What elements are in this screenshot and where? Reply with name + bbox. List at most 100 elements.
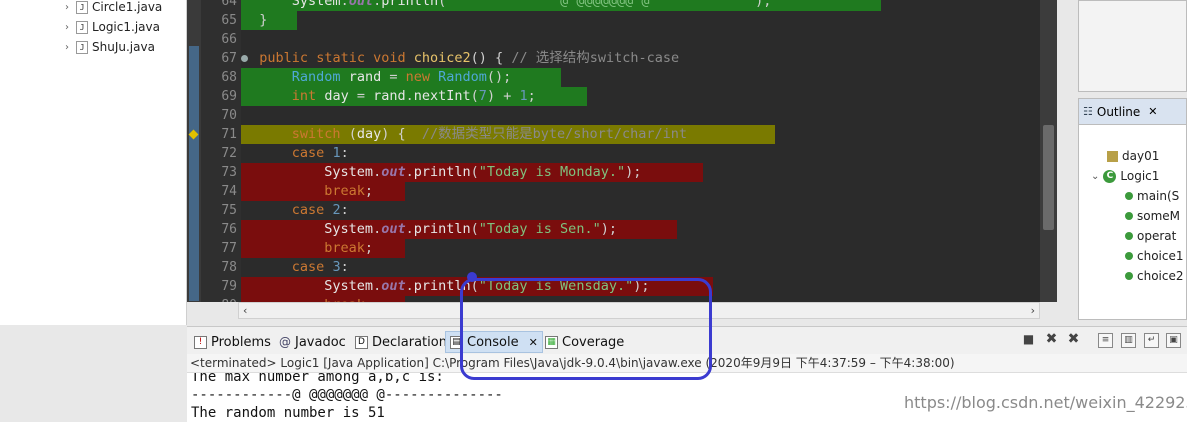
outline-icon: ☷ [1083,105,1093,118]
outline-item-method[interactable]: main(S [1125,189,1179,203]
outline-item-label: main(S [1137,189,1180,203]
outline-item-method[interactable]: choice1 [1125,249,1184,263]
code-line[interactable]: case 3: [241,258,1057,277]
annotation-dot [467,272,477,282]
line-number: 70 [221,108,237,123]
tree-item-label: Logic1.java [92,20,160,34]
code-text: switch (day) { //数据类型只能是byte/short/char/… [291,126,688,142]
outline-item-method[interactable]: someM [1125,209,1180,223]
stop-icon[interactable]: ■ [1021,333,1036,348]
code-line[interactable]: System.out.println("Today is Monday."); [241,163,1057,182]
javadoc-icon: @ [279,335,291,349]
outline-view: ☷ Outline ✕ day01 ⌄ C Logic1 main(S some… [1078,98,1187,320]
tab-outline[interactable]: ☷ Outline ✕ [1079,99,1186,125]
console-line: ------------@ @@@@@@@ @-------------- [191,387,503,403]
chevron-down-icon[interactable]: ⌄ [1091,171,1099,182]
watermark-text: https://blog.csdn.net/weixin_42292586 [904,393,1187,412]
line-number: 76 [221,222,237,237]
outline-item-label: day01 [1122,149,1160,163]
outline-item-label: choice2 [1137,269,1184,283]
code-text: int day = rand.nextInt(7) + 1; [291,88,536,104]
code-line[interactable]: int day = rand.nextInt(7) + 1; [241,87,1057,106]
open-console-icon[interactable]: ▣ [1166,333,1181,348]
line-number: 65 [221,13,237,28]
outline-item-day01[interactable]: day01 [1107,149,1159,163]
scroll-lock-icon[interactable]: ≡ [1098,333,1113,348]
right-top-panel [1078,0,1187,92]
declaration-icon: D [355,335,368,349]
scroll-right-icon[interactable]: › [1031,304,1035,317]
code-line[interactable] [241,30,1057,49]
package-icon [1107,150,1118,162]
expand-arrow-icon[interactable]: › [62,42,72,53]
code-text: Random rand = new Random(); [291,69,512,85]
outline-item-method[interactable]: choice2 [1125,269,1184,283]
line-number: 79 [221,279,237,294]
tab-label: Declaration [372,334,447,350]
code-line[interactable]: Random rand = new Random(); [241,68,1057,87]
code-line[interactable]: } [241,11,1057,30]
outline-item-method[interactable]: operat [1125,229,1176,243]
code-line[interactable]: public static void choice2() { // 选择结构sw… [241,49,1057,68]
code-text: case 1: [291,145,349,161]
scroll-left-icon[interactable]: ‹ [243,304,247,317]
code-text: break; [324,183,374,199]
code-text: public static void choice2() { // 选择结构sw… [259,50,680,66]
word-wrap-icon[interactable]: ↵ [1144,333,1159,348]
java-file-icon: J [76,40,88,54]
overview-ruler [187,0,201,302]
outline-tab-label: Outline [1096,104,1141,119]
code-text: case 3: [291,259,349,275]
code-text: break; [324,240,374,256]
remove-all-icon[interactable]: ✖ [1066,332,1081,348]
tree-item-logic1[interactable]: › J Logic1.java [62,18,160,36]
code-text: System.out.println("Today is Monday."); [324,164,642,180]
expand-arrow-icon[interactable]: › [62,2,72,13]
console-line: The random number is 51 [191,405,385,421]
tab-label: Javadoc [295,334,346,350]
code-line[interactable] [241,106,1057,125]
method-icon [1125,212,1133,220]
outline-item-label: Logic1 [1120,169,1160,183]
method-icon [1125,272,1133,280]
outline-item-label: choice1 [1137,249,1184,263]
code-line[interactable]: break; [241,182,1057,201]
code-line[interactable]: break; [241,239,1057,258]
problems-icon: ! [194,335,207,349]
code-line[interactable]: case 1: [241,144,1057,163]
expand-arrow-icon[interactable]: › [62,22,72,33]
line-number: 74 [221,184,237,199]
ruler-mark [189,46,199,301]
scrollbar-thumb[interactable] [1043,125,1054,230]
tab-javadoc[interactable]: @ Javadoc [275,331,350,353]
outline-item-label: operat [1137,229,1177,243]
method-icon [1125,252,1133,260]
code-editor[interactable]: 64 65 66 67 68 69 70 71 72 73 74 75 76 77 78 79 80 Syste… [187,0,1057,302]
editor-vertical-scrollbar[interactable] [1040,0,1057,302]
code-line[interactable]: System.out.println(" @ @@@@@@@ @ "); [241,0,1057,11]
line-number: 77 [221,241,237,256]
tab-problems[interactable]: ! Problems [190,331,275,353]
close-icon[interactable]: ✕ [1148,105,1157,118]
line-number: 69 [221,89,237,104]
tab-declaration[interactable]: D Declaration [351,331,451,353]
remove-launch-icon[interactable]: ✖ [1044,332,1059,348]
line-number: 67 [221,51,237,66]
line-number: 72 [221,146,237,161]
code-text: System.out.println("Today is Sen."); [324,221,617,237]
outline-item-label: someM [1137,209,1181,223]
outline-item-logic1[interactable]: ⌄ C Logic1 [1091,169,1159,183]
method-icon [1125,232,1133,240]
console-line: The max number among a,b,c is: [191,373,444,385]
pin-console-icon[interactable]: ▥ [1121,333,1136,348]
code-text: } [243,12,268,28]
tree-item-shuju[interactable]: › J ShuJu.java [62,38,155,56]
line-number: 71 [221,127,237,142]
tree-item-circle1[interactable]: › J Circle1.java [62,0,162,16]
code-line[interactable]: case 2: [241,201,1057,220]
code-line[interactable]: System.out.println("Today is Sen."); [241,220,1057,239]
java-file-icon: J [76,20,88,34]
code-line[interactable]: switch (day) { //数据类型只能是byte/short/char/… [241,125,1057,144]
